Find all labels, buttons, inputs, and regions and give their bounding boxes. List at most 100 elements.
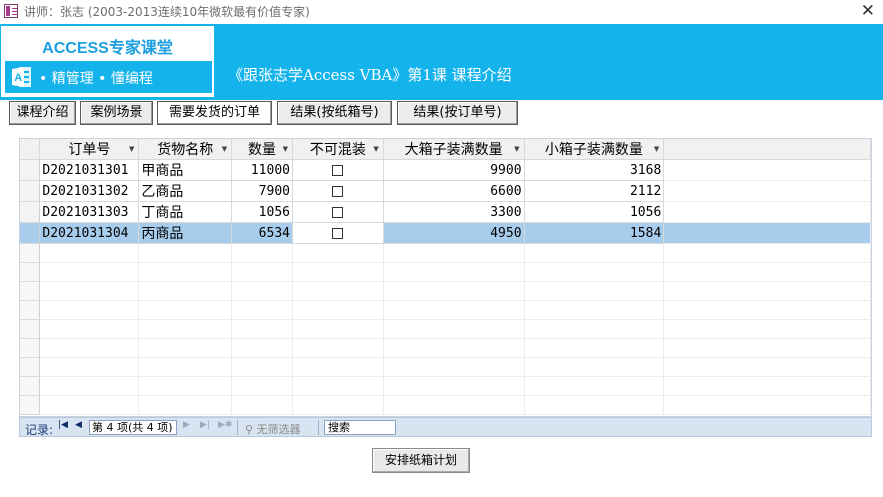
row-selector[interactable] [20,180,41,202]
search-input[interactable]: 搜索 [324,420,396,435]
checkbox[interactable] [332,206,344,218]
empty-cell [292,243,384,263]
tab-result-by-box[interactable]: 结果(按纸箱号) [277,101,392,125]
column-header-goods[interactable]: 货物名称 ▼ [138,139,233,160]
tab-result-by-order[interactable]: 结果(按订单号) [397,101,518,125]
row-selector[interactable] [20,201,41,223]
empty-cell [663,281,871,301]
big-box-cell[interactable]: 3300 [383,201,525,223]
order-no-cell[interactable]: D2021031303 [39,201,140,223]
empty-cell [524,357,665,377]
table-row[interactable]: D2021031304 丙商品 6534 4950 1584 [20,222,871,244]
column-label: 大箱子装满数量 [404,142,503,158]
empty-cell [663,376,871,396]
filter-arrow-icon[interactable]: ▼ [222,145,227,153]
filter-arrow-icon[interactable]: ▼ [283,145,288,153]
empty-cell [138,300,233,320]
qty-cell[interactable]: 1056 [231,201,293,223]
empty-cell [663,262,871,282]
empty-cell [231,319,293,339]
qty-cell[interactable]: 7900 [231,180,293,202]
empty-cell [231,338,293,358]
row-selector[interactable] [20,159,41,181]
goods-cell[interactable]: 丙商品 [138,222,233,244]
qty-cell[interactable]: 11000 [231,159,293,181]
empty-cell [231,395,293,415]
column-header-qty[interactable]: 数量 ▼ [231,139,293,160]
goods-cell[interactable]: 丁商品 [138,201,233,223]
empty-cell [663,243,871,263]
empty-cell [292,319,384,339]
order-no-cell[interactable]: D2021031302 [39,180,140,202]
big-box-cell[interactable]: 4950 [383,222,525,244]
filter-status[interactable]: ⚲ 无筛选器 [245,421,301,437]
first-record-icon[interactable]: |◀ [58,420,68,430]
filter-arrow-icon[interactable]: ▼ [514,145,519,153]
window-title: 讲师：张志 (2003-2013连续10年微软最有价值专家) [24,5,310,19]
table-row[interactable]: D2021031301 甲商品 11000 9900 3168 [20,159,871,181]
big-box-cell[interactable]: 6600 [383,180,525,202]
empty-cell [663,159,871,181]
record-navigator: 记录: |◀ ◀ 第 4 项(共 4 项) ▶ ▶| ▶✱ ⚲ 无筛选器 搜索 [19,417,872,437]
order-no-cell[interactable]: D2021031301 [39,159,140,181]
arrange-carton-plan-button[interactable]: 安排纸箱计划 [372,448,470,473]
empty-cell [39,395,140,415]
empty-cell [383,357,525,377]
previous-record-icon[interactable]: ◀ [75,420,82,430]
small-box-cell[interactable]: 1056 [524,201,665,223]
empty-cell [292,357,384,377]
goods-cell[interactable]: 甲商品 [138,159,233,181]
filter-arrow-icon[interactable]: ▼ [654,145,659,153]
empty-cell [231,262,293,282]
column-header-order-no[interactable]: 订单号 ▼ [39,139,140,160]
small-box-cell[interactable]: 1584 [524,222,665,244]
access-app-icon: A [12,67,31,87]
record-position-input[interactable]: 第 4 项(共 4 项) [89,420,177,435]
new-record-icon[interactable]: ▶✱ [218,420,232,430]
no-mix-cell[interactable] [292,201,384,223]
column-header-no-mix[interactable]: 不可混装 ▼ [292,139,384,160]
table-row[interactable]: D2021031303 丁商品 1056 3300 1056 [20,201,871,223]
goods-cell[interactable]: 乙商品 [138,180,233,202]
close-icon[interactable]: ✕ [861,1,875,21]
select-all-cell[interactable] [20,139,41,160]
empty-cell [20,243,41,263]
logo-title: ACCESS专家课堂 [42,40,173,57]
table-row[interactable]: D2021031302 乙商品 7900 6600 2112 [20,180,871,202]
course-title: 《跟张志学Access VBA》第1课 课程介绍 [228,66,512,84]
big-box-cell[interactable]: 9900 [383,159,525,181]
empty-cell [20,281,41,301]
small-box-cell[interactable]: 2112 [524,180,665,202]
empty-cell [39,338,140,358]
datasheet[interactable]: 订单号 ▼ 货物名称 ▼ 数量 ▼ 不可混装 ▼ 大箱子装满数量 ▼ 小箱子装满数量 ▼ D… [19,138,872,417]
column-header-big-box[interactable]: 大箱子装满数量 ▼ [383,139,525,160]
svg-text:A: A [14,72,22,84]
last-record-icon[interactable]: ▶| [200,420,210,430]
row-selector[interactable] [20,222,41,244]
empty-cell [138,395,233,415]
no-mix-cell[interactable] [292,180,384,202]
checkbox[interactable] [332,227,344,239]
tab-case-scenario[interactable]: 案例场景 [80,101,153,125]
empty-cell [524,243,665,263]
column-header-small-box[interactable]: 小箱子装满数量 ▼ [524,139,665,160]
no-mix-cell[interactable] [292,159,384,181]
filter-arrow-icon[interactable]: ▼ [129,145,134,153]
qty-cell[interactable]: 6534 [231,222,293,244]
empty-cell [663,357,871,377]
checkbox[interactable] [332,164,344,176]
filter-arrow-icon[interactable]: ▼ [373,145,378,153]
empty-cell [20,357,41,377]
divider [237,420,238,435]
tab-course-intro[interactable]: 课程介绍 [9,101,76,125]
order-no-cell[interactable]: D2021031304 [39,222,140,244]
small-box-cell[interactable]: 3168 [524,159,665,181]
next-record-icon[interactable]: ▶ [183,420,190,430]
checkbox[interactable] [332,185,344,197]
empty-cell [663,395,871,415]
tab-orders-to-ship[interactable]: 需要发货的订单 [157,101,272,125]
empty-cell [663,180,871,202]
no-mix-cell[interactable] [292,222,384,244]
header-row: 订单号 ▼ 货物名称 ▼ 数量 ▼ 不可混装 ▼ 大箱子装满数量 ▼ 小箱子装满数量 ▼ [20,139,871,160]
empty-cell [138,243,233,263]
